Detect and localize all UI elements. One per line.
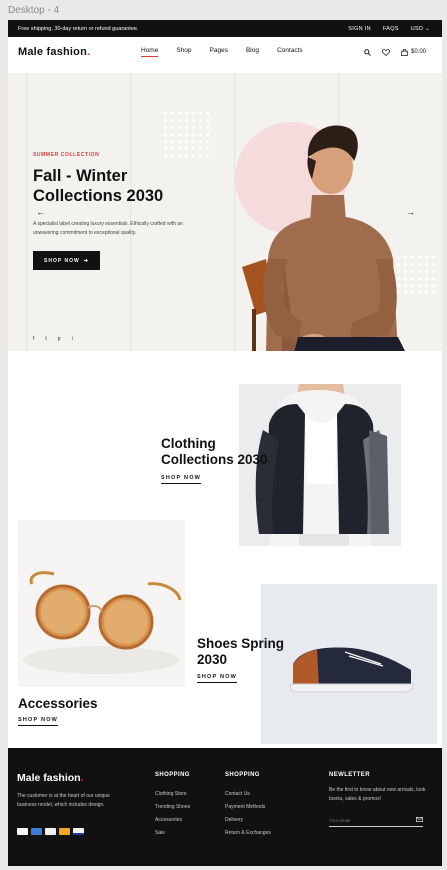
instagram-icon[interactable]: i [72,336,73,342]
footer-link[interactable]: Trending Shoes [155,801,190,814]
arrow-right-icon: ➔ [83,257,89,264]
footer-link[interactable]: Accessories [155,814,190,827]
maestro-card-icon [45,828,56,835]
hero-model-image [242,125,405,351]
footer-link[interactable]: Sale [155,827,190,840]
announcement-bar: Free shipping, 30-day return or refund g… [8,20,442,37]
newsletter-description: Be the first to know about new arrivals,… [329,787,426,802]
mastercard-icon [59,828,70,835]
desktop-frame: Free shipping, 30-day return or refund g… [8,20,442,866]
site-footer: Male fashion. The customer is at the hea… [8,748,442,866]
footer-link[interactable]: Contact Us [225,788,271,801]
nav-pages[interactable]: Pages [210,47,228,57]
logo[interactable]: Male fashion. [18,46,90,58]
amex-card-icon [31,828,42,835]
collection-title-accessories: Accessories [18,696,98,711]
previous-slide-arrow[interactable]: ← [36,207,45,217]
footer-link[interactable]: Payment Methods [225,801,271,814]
sign-in-link[interactable]: SIGN IN [348,26,371,32]
shop-now-link-accessories[interactable]: SHOP NOW [18,717,59,726]
social-links: f t p i [33,336,73,342]
footer-link[interactable]: Delivery [225,814,271,827]
collection-title-shoes: Shoes Spring 2030 [197,636,285,667]
visa-card-icon [73,828,84,835]
hero-title: Fall - Winter Collections 2030 [33,167,164,205]
dots-decoration [164,112,209,157]
cart-button[interactable]: $0.00 [401,48,426,56]
footer-logo[interactable]: Male fashion. [17,772,84,784]
collection-title-clothing: Clothing Collections 2030 [161,436,268,467]
nav-blog[interactable]: Blog [246,47,259,57]
nav-contacts[interactable]: Contacts [277,47,303,57]
footer-shopping-title: SHOPPING [225,772,260,778]
hero-description: A specialist label creating luxury essen… [33,221,183,236]
currency-select[interactable]: USD ⌄ [411,26,430,32]
footer-shopping-list: Clothing Store Trending Shoes Accessorie… [155,788,190,840]
canvas-label: Desktop - 4 [8,5,60,16]
nav-home[interactable]: Home [141,47,159,57]
shop-now-link-shoes[interactable]: SHOP NOW [197,674,238,683]
hero-banner: SUMMER COLLECTION Fall - Winter Collecti… [8,73,442,351]
envelope-icon[interactable] [416,817,423,823]
cart-total: $0.00 [410,49,426,55]
bag-icon [401,48,408,56]
email-placeholder: Your email [329,817,351,823]
accessories-image [18,520,185,687]
announcement-text: Free shipping, 30-day return or refund g… [18,25,139,32]
pinterest-icon[interactable]: p [58,336,61,342]
footer-description: The customer is at the heart of our uniq… [17,793,110,808]
search-icon[interactable] [364,48,371,56]
facebook-icon[interactable]: f [33,336,34,342]
main-nav: Home Shop Pages Blog Contacts [141,47,303,57]
newsletter-email-field[interactable]: Your email [329,814,423,827]
discover-card-icon [17,828,28,835]
twitter-icon[interactable]: t [45,336,46,342]
payment-cards [17,828,84,835]
next-slide-arrow[interactable]: → [406,207,415,217]
shop-now-button[interactable]: SHOP NOW ➔ [33,251,100,270]
footer-shopping-list: Contact Us Payment Methods Delivery Retu… [225,788,271,840]
nav-shop[interactable]: Shop [176,47,191,57]
shop-now-link-clothing[interactable]: SHOP NOW [161,475,202,484]
footer-link[interactable]: Return & Exchanges [225,827,271,840]
site-header: Male fashion. Home Shop Pages Blog Conta… [8,37,442,67]
footer-shopping-title: SHOPPING [155,772,190,778]
footer-link[interactable]: Clothing Store [155,788,190,801]
faqs-link[interactable]: FAQS [383,26,399,32]
newsletter-title: NEWLETTER [329,772,370,778]
heart-icon[interactable] [382,48,390,56]
hero-subtitle: SUMMER COLLECTION [33,152,100,158]
